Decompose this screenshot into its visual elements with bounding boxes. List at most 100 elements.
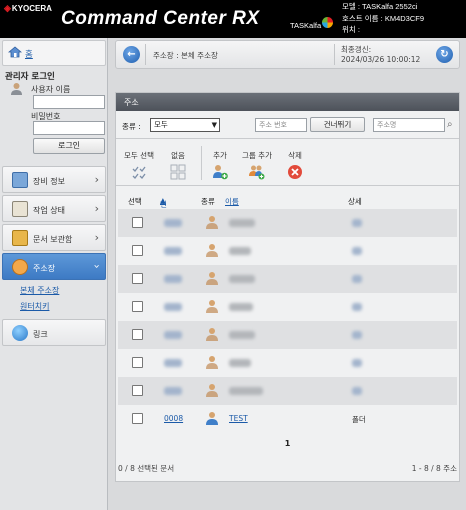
- column-type: 종류: [201, 197, 215, 206]
- address-number-input[interactable]: 주소 번호: [255, 118, 307, 132]
- contact-icon: [206, 300, 218, 313]
- row-checkbox[interactable]: [132, 217, 143, 228]
- type-filter-select[interactable]: 모두 ▼: [150, 118, 220, 132]
- group-add-label: 그룹 추가: [242, 151, 272, 160]
- contact-icon: [206, 244, 218, 257]
- add-label: 추가: [213, 151, 227, 160]
- skip-button[interactable]: 건너뛰기: [310, 117, 365, 132]
- header-bar: ◈KYOCERA Command Center RX TASKalfa 모델 :…: [0, 0, 466, 38]
- table-row[interactable]: 0008 TEST 폴더: [118, 405, 457, 433]
- main-address-book-link[interactable]: 본체 주소장: [20, 285, 59, 296]
- table-row[interactable]: [118, 349, 457, 377]
- address-range: 1 - 8 / 8 주소: [411, 464, 457, 473]
- contact-icon: [206, 356, 218, 369]
- add-user-icon: [213, 165, 228, 180]
- redacted-name: [229, 275, 255, 283]
- column-select: 선택: [128, 197, 142, 206]
- sidebar-item-label: 문서 보관함: [33, 235, 73, 244]
- login-button[interactable]: 로그인: [33, 138, 105, 154]
- chevron-right-icon: ›: [94, 202, 99, 215]
- column-number[interactable]: 번호 ▲: [160, 196, 167, 220]
- panel-title: 주소: [116, 93, 459, 111]
- add-button[interactable]: 추가: [212, 150, 228, 183]
- chevron-right-icon: ›: [94, 231, 99, 244]
- sidebar-item-label: 주소장: [33, 264, 56, 273]
- username-label: 사용자 이름: [31, 85, 71, 94]
- redacted-number: [164, 387, 182, 395]
- one-touch-link[interactable]: 원터치키: [20, 301, 49, 312]
- username-field[interactable]: [33, 95, 105, 109]
- home-link[interactable]: 홈: [2, 40, 106, 66]
- row-checkbox[interactable]: [132, 245, 143, 256]
- sidebar-item-label: 장비 정보: [33, 177, 65, 186]
- row-checkbox[interactable]: [132, 413, 143, 424]
- table-row[interactable]: [118, 209, 457, 237]
- sidebar-item-device-info[interactable]: 장비 정보 ›: [2, 166, 106, 193]
- table-row[interactable]: [118, 293, 457, 321]
- redacted-name: [229, 387, 263, 395]
- table-row[interactable]: [118, 237, 457, 265]
- redacted-detail: [352, 331, 362, 339]
- device-icon: [12, 172, 28, 188]
- redacted-number: [164, 331, 182, 339]
- contact-icon: [206, 216, 218, 229]
- home-icon: [8, 46, 22, 58]
- back-button[interactable]: ←: [123, 46, 140, 63]
- delete-button[interactable]: 삭제: [287, 150, 303, 183]
- brand-name: KYOCERA: [11, 4, 52, 13]
- sidebar-item-address-book[interactable]: 주소장 ›: [2, 253, 106, 280]
- type-filter-value: 모두: [154, 120, 168, 129]
- address-name-input[interactable]: 주소명: [373, 118, 445, 132]
- contact-icon: [206, 272, 218, 285]
- password-field[interactable]: [33, 121, 105, 135]
- divider: [201, 146, 202, 180]
- redacted-detail: [352, 303, 362, 311]
- redacted-name: [229, 303, 253, 311]
- redacted-number: [164, 275, 182, 283]
- product-title: Command Center RX: [61, 8, 260, 29]
- select-none-button[interactable]: 없음: [170, 150, 186, 183]
- page-number[interactable]: 1: [116, 439, 459, 448]
- table-row[interactable]: [118, 377, 457, 405]
- document-box-icon: [12, 230, 28, 246]
- contact-icon: [206, 384, 218, 397]
- check-all-icon: [132, 166, 146, 179]
- column-detail: 상세: [348, 197, 362, 206]
- row-checkbox[interactable]: [132, 329, 143, 340]
- redacted-name: [229, 219, 255, 227]
- row-name-link[interactable]: TEST: [229, 414, 248, 423]
- sidebar-item-label: 작업 상태: [33, 206, 65, 215]
- refresh-button[interactable]: ↻: [436, 46, 453, 63]
- redacted-name: [229, 331, 255, 339]
- redacted-detail: [352, 247, 362, 255]
- search-icon[interactable]: ⌕: [447, 119, 453, 130]
- select-all-label: 모두 선택: [124, 151, 154, 160]
- column-name[interactable]: 이름: [225, 196, 239, 207]
- location-label: 위치 :: [342, 25, 360, 34]
- last-update-time: 2024/03/26 10:00:12: [341, 55, 421, 64]
- sidebar-item-document-box[interactable]: 문서 보관함 ›: [2, 224, 106, 251]
- row-number-link[interactable]: 0008: [164, 414, 183, 423]
- add-group-icon: [248, 165, 265, 180]
- table-row[interactable]: [118, 321, 457, 349]
- row-checkbox[interactable]: [132, 385, 143, 396]
- select-all-button[interactable]: 모두 선택: [124, 150, 154, 183]
- row-checkbox[interactable]: [132, 357, 143, 368]
- delete-icon: [288, 165, 302, 179]
- address-panel: 주소 종류 : 모두 ▼ 주소 번호 건너뛰기 주소명 ⌕ 모두 선택 없음 추…: [115, 92, 460, 482]
- delete-label: 삭제: [288, 151, 302, 160]
- sidebar-item-job-status[interactable]: 작업 상태 ›: [2, 195, 106, 222]
- user-icon: [11, 83, 22, 95]
- home-label: 홈: [25, 50, 33, 60]
- device-label: TASKalfa: [290, 21, 322, 30]
- sidebar-item-links[interactable]: 링크: [2, 319, 106, 346]
- redacted-number: [164, 219, 182, 227]
- redacted-name: [229, 359, 251, 367]
- kyocera-logo: ◈KYOCERA: [4, 3, 52, 13]
- table-row[interactable]: [118, 265, 457, 293]
- row-checkbox[interactable]: [132, 273, 143, 284]
- group-add-button[interactable]: 그룹 추가: [242, 150, 272, 183]
- row-checkbox[interactable]: [132, 301, 143, 312]
- chevron-down-icon: ▼: [211, 121, 217, 129]
- redacted-number: [164, 303, 182, 311]
